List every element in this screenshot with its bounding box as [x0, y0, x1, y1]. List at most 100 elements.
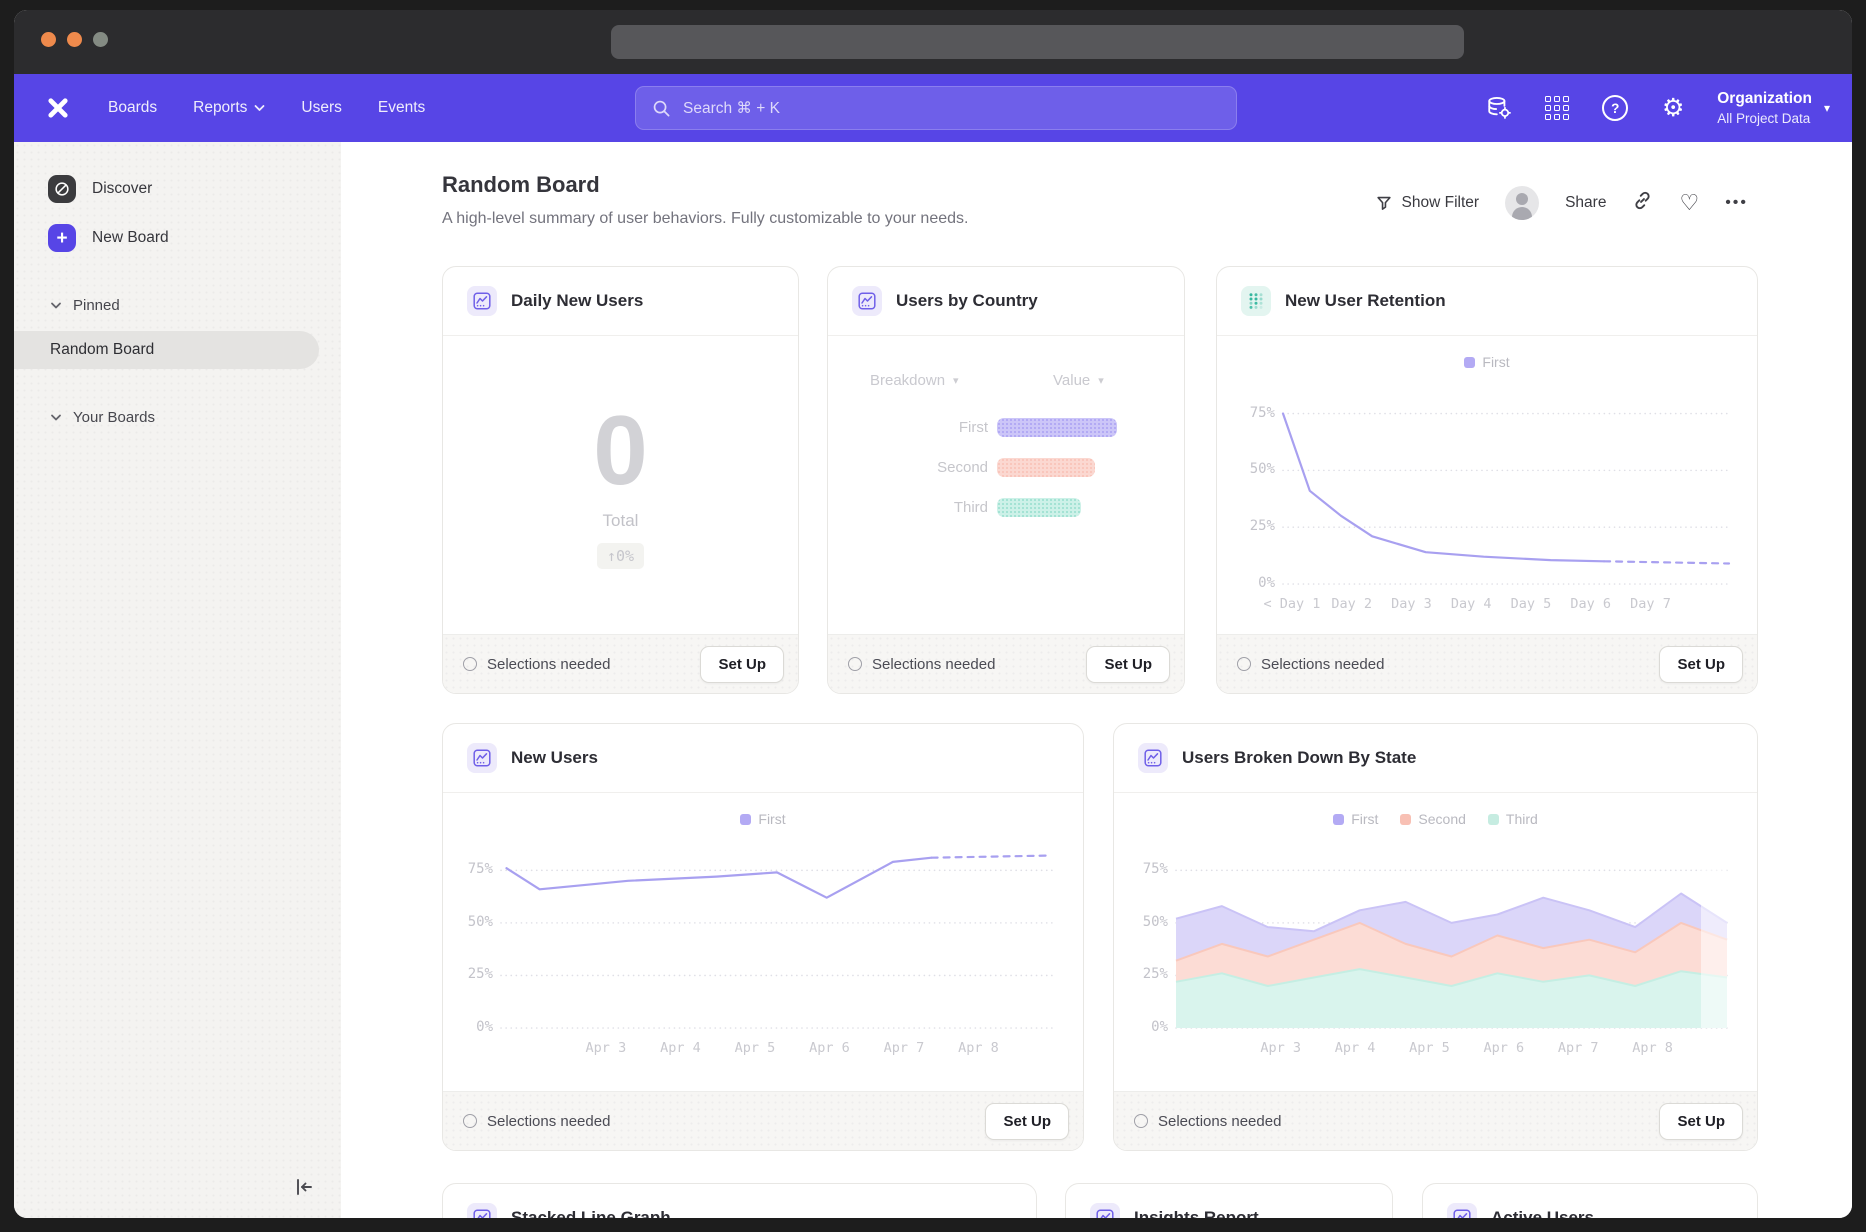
set-up-button[interactable]: Set Up — [1659, 1103, 1743, 1140]
card-title: New Users — [511, 748, 598, 768]
card-footer: Selections needed Set Up — [1114, 1091, 1757, 1150]
traffic-light[interactable] — [41, 32, 56, 47]
set-up-button[interactable]: Set Up — [985, 1103, 1069, 1140]
card-active-users[interactable]: Active Users — [1422, 1183, 1758, 1218]
share-button[interactable]: Share — [1565, 194, 1606, 212]
card-users-by-country[interactable]: Users by Country Breakdown ▾ Value ▾ Fir… — [827, 266, 1185, 694]
status-text: Selections needed — [487, 656, 690, 673]
card-insights-report[interactable]: Insights Report — [1065, 1183, 1393, 1218]
card-title: Insights Report — [1134, 1208, 1259, 1218]
card-users-by-state[interactable]: Users Broken Down By State FirstSecondTh… — [1113, 723, 1758, 1151]
address-bar[interactable] — [611, 25, 1464, 59]
org-switcher[interactable]: Organization All Project Data ▾ — [1717, 90, 1830, 126]
caret-down-icon: ▾ — [953, 374, 959, 387]
chart-legend: FirstSecondThird — [1114, 807, 1757, 831]
metric-value: 0 — [593, 401, 648, 499]
collapse-sidebar-icon[interactable] — [289, 1172, 319, 1202]
board-actions: Show Filter Share ♡ ••• — [1375, 186, 1748, 220]
card-title: New User Retention — [1285, 291, 1446, 311]
search-input[interactable]: Search ⌘ + K — [635, 86, 1237, 130]
status-circle-icon — [463, 1114, 477, 1128]
filter-icon — [1375, 194, 1393, 212]
status-text: Selections needed — [487, 1113, 975, 1130]
x-axis-labels: Apr 3Apr 4Apr 5Apr 6Apr 7Apr 8 — [1176, 1036, 1727, 1060]
search-placeholder: Search ⌘ + K — [683, 99, 780, 118]
breakdown-dropdown[interactable]: Breakdown ▾ — [870, 372, 959, 389]
copy-link-icon[interactable] — [1632, 190, 1653, 216]
nav-item-boards[interactable]: Boards — [108, 99, 157, 117]
card-footer: Selections needed Set Up — [828, 634, 1184, 693]
country-bar-row: Second — [828, 458, 1184, 477]
card-title: Users by Country — [896, 291, 1038, 311]
card-footer: Selections needed Set Up — [443, 1091, 1083, 1150]
line-chart-icon — [467, 1203, 497, 1218]
metric-label: Total — [603, 511, 639, 531]
traffic-light[interactable] — [67, 32, 82, 47]
chevron-down-icon — [254, 104, 265, 112]
status-circle-icon — [1237, 657, 1251, 671]
board-content: Random Board A high-level summary of use… — [341, 142, 1852, 1218]
value-dropdown[interactable]: Value ▾ — [1053, 372, 1104, 389]
card-title: Stacked Line Graph — [511, 1208, 671, 1218]
nav-item-events[interactable]: Events — [378, 99, 425, 117]
x-axis-labels: < Day 1Day 2Day 3Day 4Day 5Day 6Day 7 — [1283, 592, 1729, 616]
line-chart-icon — [1447, 1203, 1477, 1218]
card-new-user-retention[interactable]: New User Retention First 75%50%25%0% < D… — [1216, 266, 1758, 694]
new-users-chart: 75%50%25%0% — [501, 843, 1053, 1028]
line-chart-icon — [467, 743, 497, 773]
retention-grid-icon — [1241, 286, 1271, 316]
caret-down-icon: ▾ — [1824, 101, 1830, 115]
favorite-heart-icon[interactable]: ♡ — [1679, 192, 1699, 214]
window-controls — [41, 32, 108, 47]
line-chart-icon — [852, 286, 882, 316]
mixpanel-logo-icon[interactable] — [44, 94, 72, 122]
traffic-light[interactable] — [93, 32, 108, 47]
line-chart-icon — [1138, 743, 1168, 773]
show-filter-button[interactable]: Show Filter — [1375, 194, 1480, 212]
caret-down-icon: ▾ — [1098, 374, 1104, 387]
more-options-icon[interactable]: ••• — [1725, 194, 1748, 212]
state-area-chart: 75%50%25%0% — [1176, 843, 1727, 1028]
compass-icon — [48, 175, 76, 203]
sidebar-item-new-board[interactable]: + New Board — [48, 224, 169, 252]
sidebar: Discover + New Board Pinned Random Board… — [14, 142, 342, 1218]
apps-grid-icon[interactable] — [1543, 94, 1571, 122]
chevron-down-icon — [50, 413, 62, 422]
country-bars: FirstSecondThird — [828, 418, 1184, 517]
card-title: Daily New Users — [511, 291, 643, 311]
nav-item-reports[interactable]: Reports — [193, 99, 265, 117]
sidebar-section-pinned[interactable]: Pinned — [50, 297, 120, 314]
window-titlebar — [14, 10, 1852, 74]
sidebar-section-your-boards[interactable]: Your Boards — [50, 409, 155, 426]
data-management-icon[interactable] — [1485, 94, 1513, 122]
status-text: Selections needed — [872, 656, 1076, 673]
incomplete-period-overlay — [1701, 843, 1727, 1028]
settings-gear-icon[interactable]: ⚙ — [1659, 94, 1687, 122]
set-up-button[interactable]: Set Up — [1659, 646, 1743, 683]
card-new-users[interactable]: New Users First 75%50%25%0% Apr 3Apr 4Ap… — [442, 723, 1084, 1151]
card-stacked-line-graph[interactable]: Stacked Line Graph — [442, 1183, 1037, 1218]
sidebar-item-random-board[interactable]: Random Board — [14, 331, 319, 369]
card-daily-new-users[interactable]: Daily New Users 0 Total ↑0% Selections n… — [442, 266, 799, 694]
chart-legend: First — [443, 807, 1083, 831]
org-name: Organization — [1717, 90, 1812, 108]
set-up-button[interactable]: Set Up — [1086, 646, 1170, 683]
country-bar-row: Third — [828, 498, 1184, 517]
card-title: Users Broken Down By State — [1182, 748, 1416, 768]
page-title: Random Board — [442, 172, 600, 198]
sidebar-item-discover[interactable]: Discover — [48, 175, 152, 203]
card-title: Active Users — [1491, 1208, 1594, 1218]
nav-item-users[interactable]: Users — [301, 99, 341, 117]
x-axis-labels: Apr 3Apr 4Apr 5Apr 6Apr 7Apr 8 — [501, 1036, 1053, 1060]
avatar[interactable] — [1505, 186, 1539, 220]
line-chart-icon — [467, 286, 497, 316]
set-up-button[interactable]: Set Up — [700, 646, 784, 683]
line-chart-icon — [1090, 1203, 1120, 1218]
status-circle-icon — [463, 657, 477, 671]
status-text: Selections needed — [1158, 1113, 1649, 1130]
status-circle-icon — [848, 657, 862, 671]
metric-delta-badge: ↑0% — [597, 543, 644, 569]
card-footer: Selections needed Set Up — [443, 634, 798, 693]
help-icon[interactable]: ? — [1601, 94, 1629, 122]
page-subtitle: A high-level summary of user behaviors. … — [442, 210, 968, 228]
